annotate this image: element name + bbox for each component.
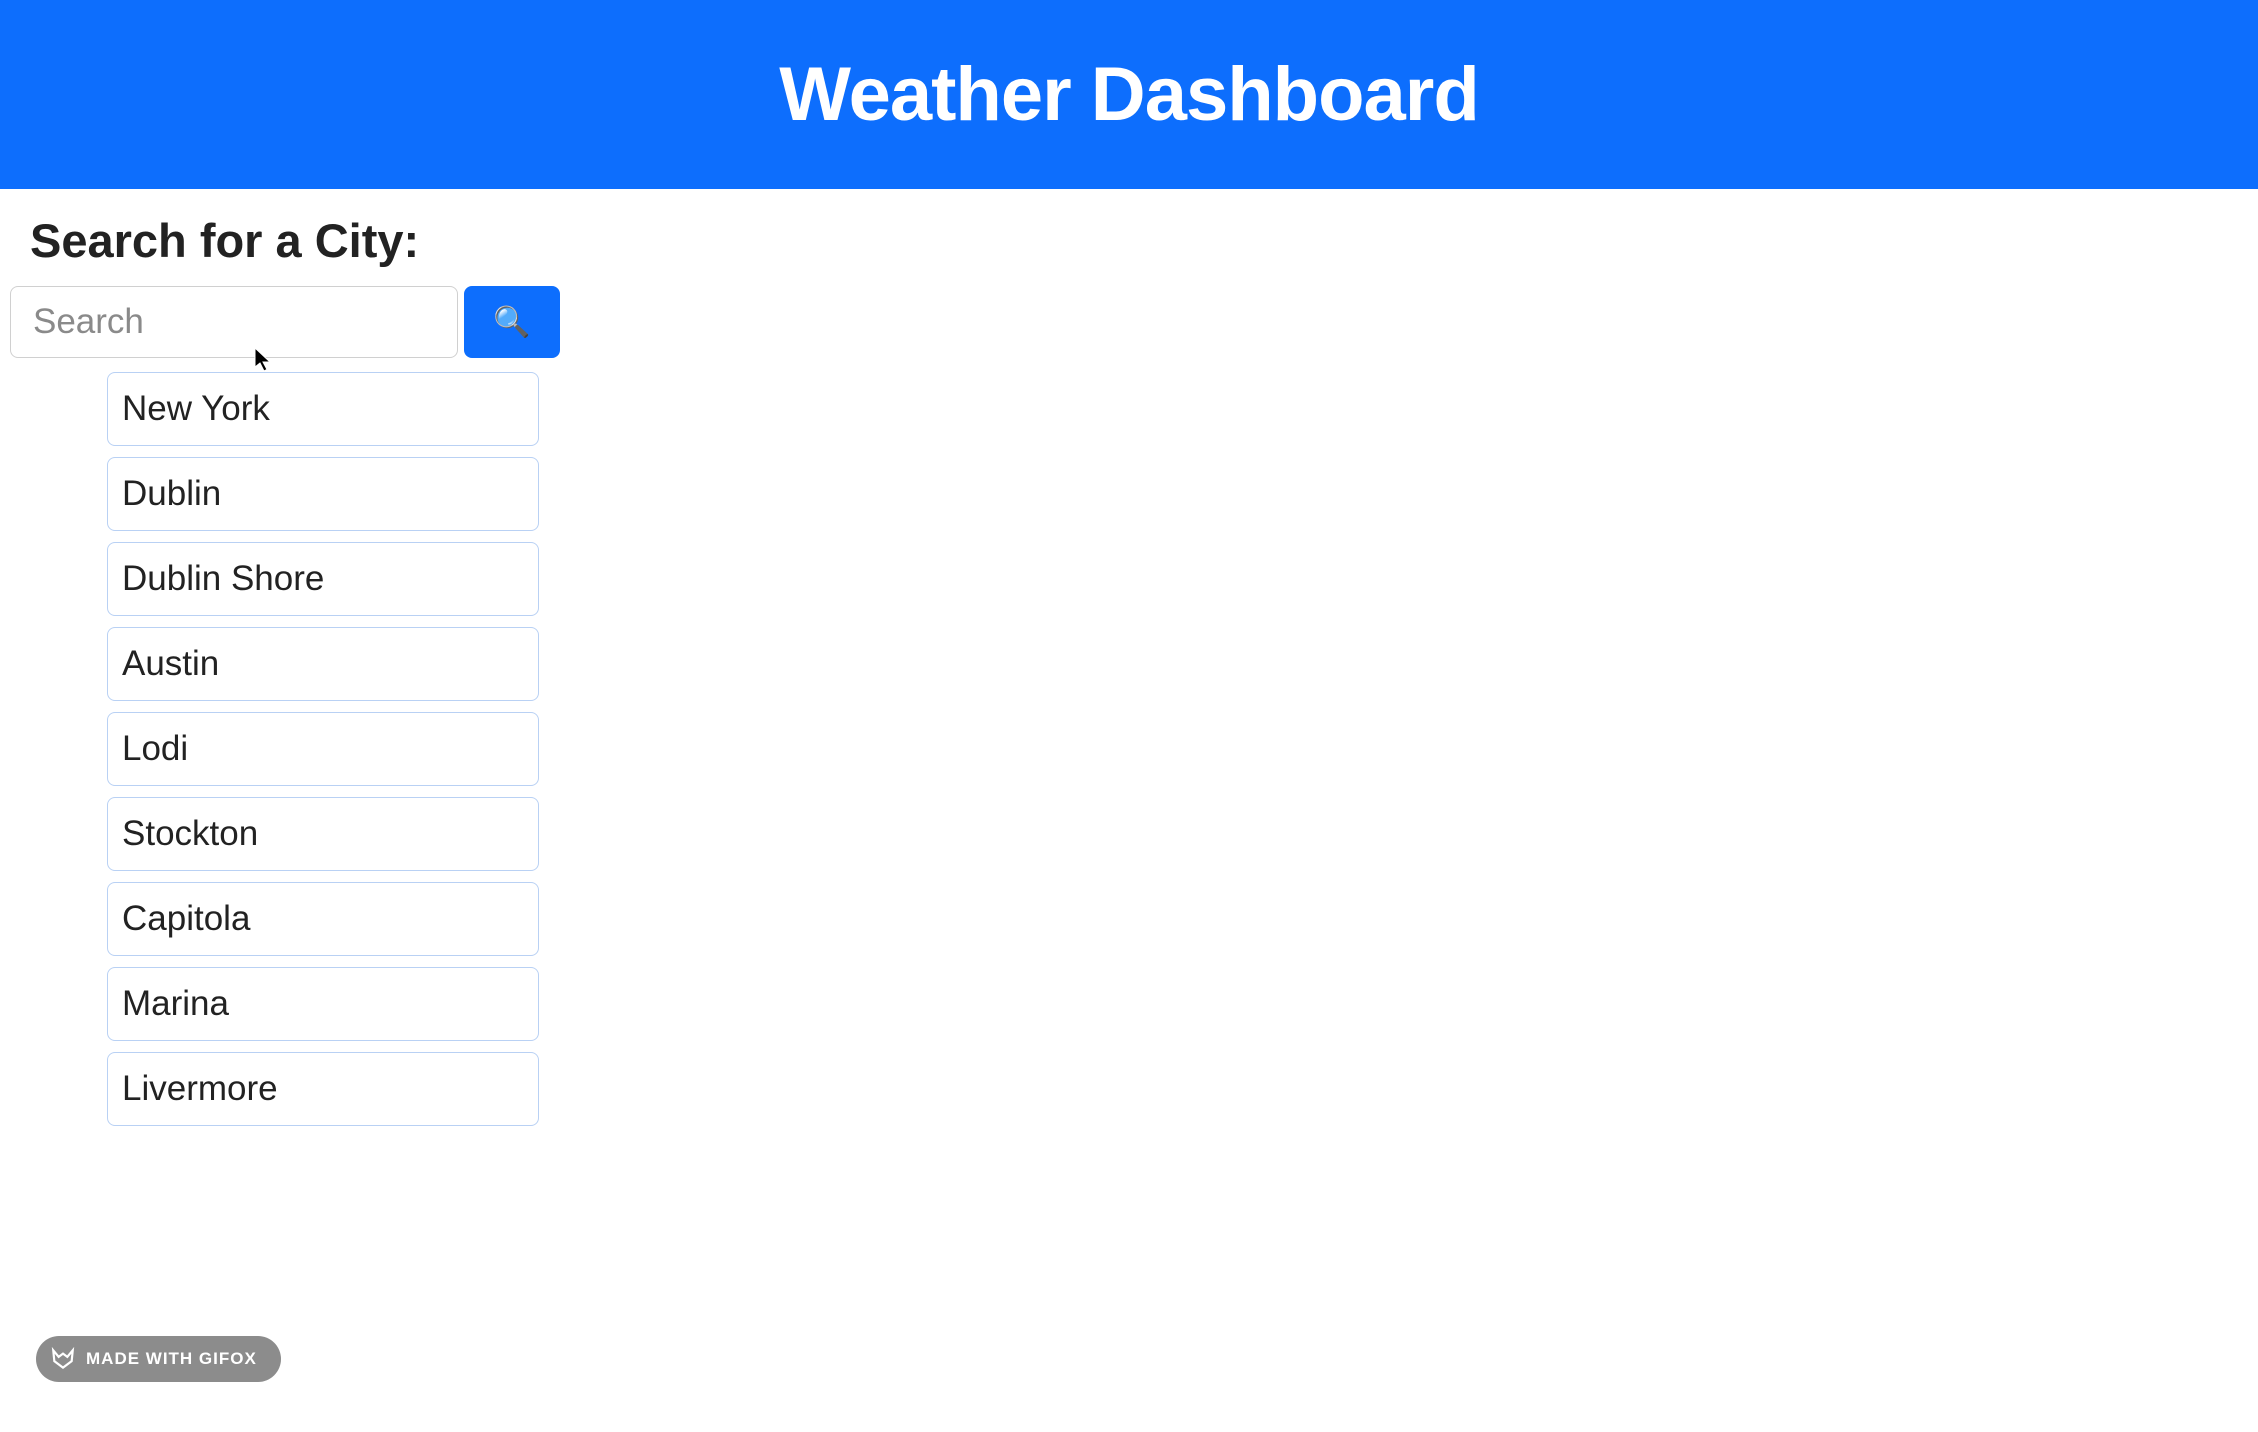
search-button[interactable]: 🔍 [464, 286, 560, 358]
fox-icon [50, 1346, 76, 1372]
city-item[interactable]: Dublin Shore [107, 542, 539, 616]
city-history-list: New York Dublin Dublin Shore Austin Lodi Stoc… [107, 372, 588, 1126]
search-label: Search for a City: [30, 213, 588, 268]
city-item[interactable]: Livermore [107, 1052, 539, 1126]
app-header: Weather Dashboard [0, 0, 2258, 189]
search-sidebar: Search for a City: 🔍 New York Dublin Dubli… [0, 189, 600, 1126]
city-item[interactable]: New York [107, 372, 539, 446]
search-row: 🔍 [10, 286, 588, 358]
search-icon: 🔍 [493, 305, 530, 340]
gifox-watermark: MADE WITH GIFOX [36, 1336, 281, 1382]
search-input[interactable] [10, 286, 458, 358]
page-title: Weather Dashboard [779, 51, 1479, 138]
city-item[interactable]: Marina [107, 967, 539, 1041]
city-item[interactable]: Capitola [107, 882, 539, 956]
city-item[interactable]: Lodi [107, 712, 539, 786]
city-item[interactable]: Austin [107, 627, 539, 701]
city-item[interactable]: Dublin [107, 457, 539, 531]
watermark-text: MADE WITH GIFOX [86, 1349, 257, 1369]
city-item[interactable]: Stockton [107, 797, 539, 871]
